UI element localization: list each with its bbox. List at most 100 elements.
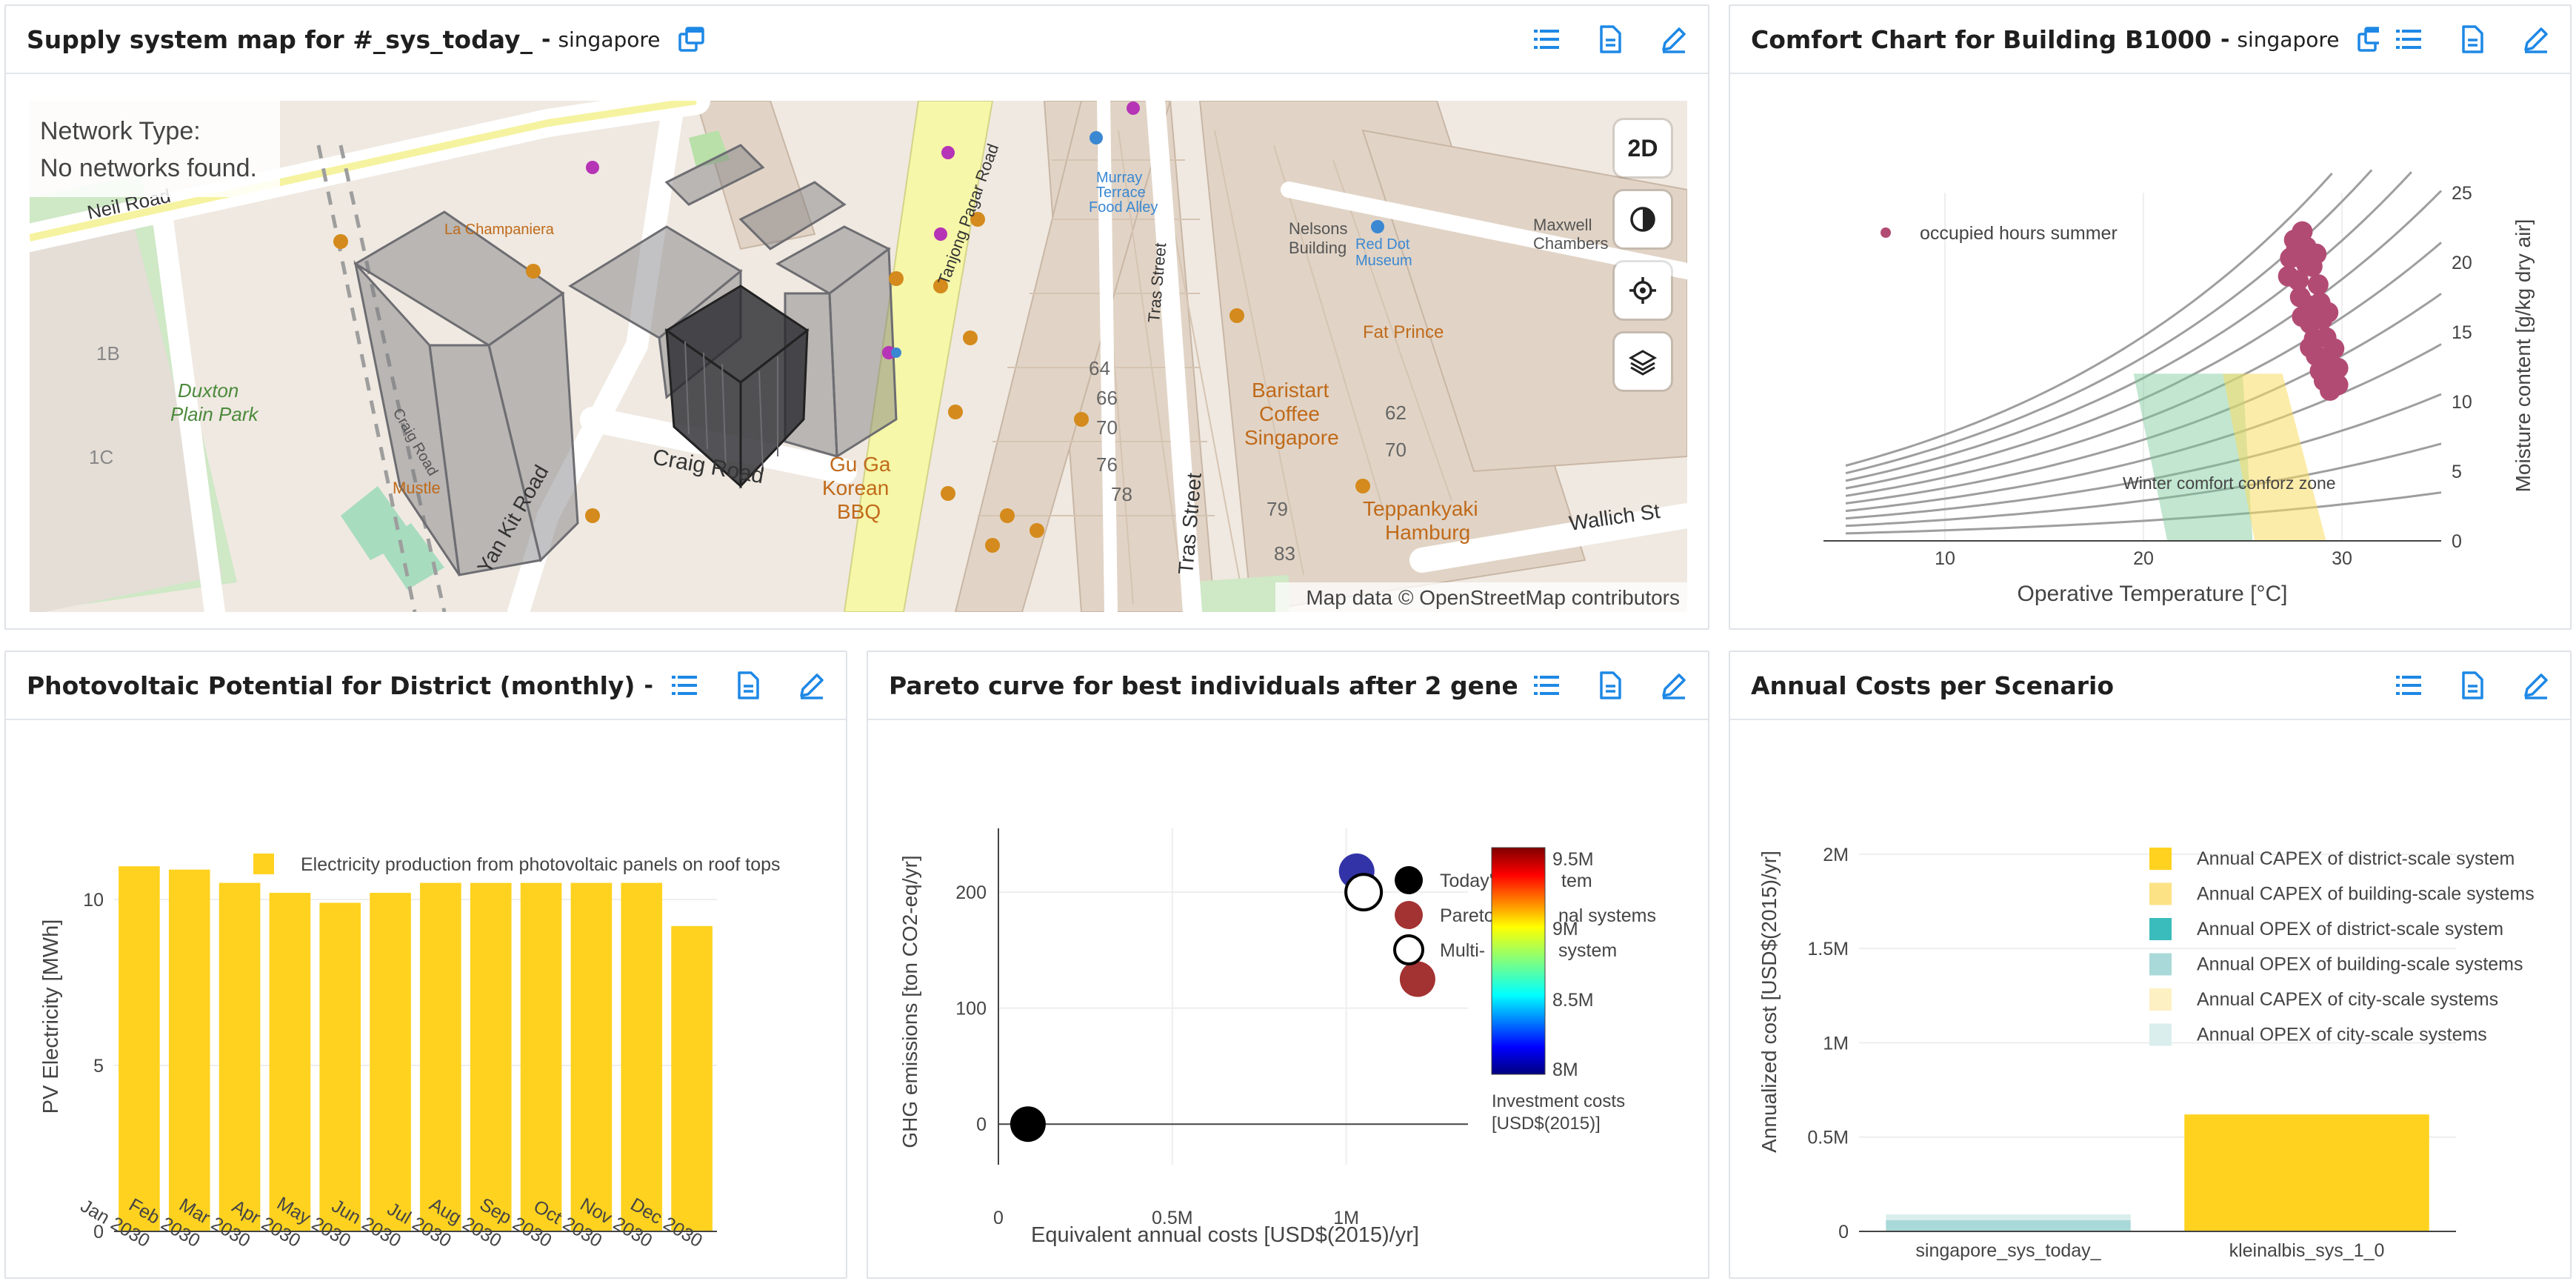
edit-icon[interactable] [797, 671, 827, 700]
bar [520, 882, 562, 1231]
svg-text:Duxton: Duxton [178, 379, 238, 402]
svg-text:Fat Prince: Fat Prince [1363, 322, 1444, 342]
x-tick-label: 0 [993, 1208, 1004, 1228]
list-icon[interactable] [1532, 671, 1561, 700]
svg-text:Hamburg: Hamburg [1385, 521, 1470, 544]
bar [470, 882, 512, 1231]
document-icon[interactable] [733, 671, 763, 700]
edit-icon[interactable] [2521, 671, 2551, 700]
y-tick-label: 0 [1838, 1222, 1849, 1243]
network-type-label: Network Type: [40, 117, 201, 145]
panel-toolbar [1517, 652, 1708, 719]
document-icon[interactable] [2457, 671, 2487, 700]
pv-bar-chart[interactable]: 0510Jan 2030Feb 2030Mar 2030Apr 2030May … [6, 720, 846, 1277]
legend-marker [2149, 988, 2172, 1011]
y-tick-label: 10 [2452, 392, 2472, 413]
panel-toolbar [2379, 652, 2570, 719]
legend-marker [2149, 1023, 2172, 1046]
panel-toolbar [655, 652, 846, 719]
list-icon[interactable] [1532, 24, 1561, 54]
scenario-name: singapore [558, 27, 661, 52]
legend-label-pareto: Pareto [1440, 905, 1495, 926]
legend-marker-pv [253, 854, 274, 874]
layers-button[interactable] [1615, 333, 1671, 390]
legend-marker [2149, 882, 2172, 905]
panel-title: Annual Costs per Scenario [1751, 671, 2115, 700]
y-tick-label: 100 [955, 999, 987, 1019]
svg-text:Red Dot: Red Dot [1355, 236, 1410, 253]
y-tick-label: 2M [1823, 845, 1849, 865]
svg-text:Teppankyaki: Teppankyaki [1363, 497, 1478, 520]
legend-label: Annual OPEX of district-scale system [2197, 919, 2503, 939]
svg-text:Chambers: Chambers [1533, 234, 1608, 253]
legend-marker [2149, 918, 2172, 940]
edit-icon[interactable] [2521, 24, 2551, 54]
y-axis-title: GHG emissions [ton CO2-eq/yr] [898, 855, 921, 1148]
pareto-point-multi [1344, 873, 1384, 912]
svg-text:Korean: Korean [822, 476, 889, 499]
svg-text:1C: 1C [89, 446, 113, 468]
svg-text:Maxwell: Maxwell [1533, 216, 1592, 234]
svg-text:9.5M: 9.5M [1552, 849, 1594, 870]
pareto-scatter-chart[interactable]: 0 0.5M 1M0100200 Today's s tem Pareto nal … [868, 720, 1708, 1277]
legend-label-multi-tail: system [1558, 940, 1617, 961]
annual-costs-bar-chart[interactable]: 0 0.5M 1M 1.5M 2M singapore_sys_today_ kleinal… [1730, 720, 2570, 1277]
document-icon[interactable] [1595, 24, 1625, 54]
locate-button[interactable] [1615, 262, 1671, 319]
y-tick-label: 200 [955, 882, 987, 903]
colorbar-title: Investment costs [1492, 1091, 1625, 1111]
theme-toggle-button[interactable] [1615, 191, 1671, 247]
legend-marker [2149, 953, 2172, 976]
legend-label: Annual OPEX of building-scale systems [2197, 954, 2523, 975]
data-point [2318, 302, 2339, 323]
panel-toolbar [2379, 6, 2570, 73]
svg-text:83: 83 [1274, 542, 1295, 565]
bar [570, 882, 613, 1231]
pareto-point-today [1010, 1106, 1046, 1142]
list-icon[interactable] [670, 671, 699, 700]
legend-marker-occupied-hours [1881, 227, 1891, 238]
list-icon[interactable] [2394, 671, 2423, 700]
edit-icon[interactable] [1659, 671, 1689, 700]
bar [269, 893, 311, 1231]
data-point [2307, 274, 2329, 296]
panel-toolbar [1517, 6, 1708, 73]
pareto-curve-panel: Pareto curve for best individuals after … [867, 651, 1709, 1279]
list-icon[interactable] [2394, 24, 2423, 54]
y-tick-label: 20 [2452, 253, 2472, 273]
edit-icon[interactable] [1659, 24, 1689, 54]
data-point [2292, 306, 2313, 327]
x-axis-title: Operative Temperature [°C] [2018, 582, 2288, 606]
stacked-bar-segment [2184, 1114, 2429, 1231]
map-view[interactable]: Neil Road Duxton Plain Park 1B1C Craig R… [30, 101, 1687, 612]
data-point [2286, 239, 2307, 261]
map-attribution: Map data © OpenStreetMap contributors [1306, 586, 1680, 609]
svg-text:Singapore: Singapore [1244, 426, 1339, 449]
bar [168, 869, 210, 1231]
crosshair-icon [1629, 277, 1656, 304]
y-tick-label: 1.5M [1807, 939, 1849, 959]
svg-text:76: 76 [1096, 453, 1118, 476]
map-2d-toggle-button[interactable]: 2D [1615, 120, 1671, 176]
panel-header: Supply system map for #_sys_today_ - sin… [6, 6, 1708, 74]
data-point [2300, 336, 2321, 358]
comfort-chart[interactable]: 10 20 30 0 5 10 15 20 25 occupied hours summer W… [1730, 74, 2570, 628]
pv-potential-panel: Photovoltaic Potential for District (mon… [4, 651, 847, 1279]
panel-title: Comfort Chart for Building B1000 [1751, 24, 2212, 54]
stacked-bar-segment [1886, 1214, 2131, 1220]
document-icon[interactable] [2457, 24, 2487, 54]
legend-label-multi: Multi- [1440, 940, 1485, 961]
svg-text:62: 62 [1385, 402, 1407, 424]
svg-text:Museum: Museum [1355, 253, 1412, 269]
bar [370, 893, 411, 1231]
x-tick-label: 20 [2133, 548, 2154, 569]
supply-system-map-panel: Supply system map for #_sys_today_ - sin… [4, 4, 1709, 630]
legend-label: Annual CAPEX of building-scale systems [2197, 884, 2535, 905]
legend-label-occupied-hours: occupied hours summer [1920, 223, 2118, 244]
panel-title: Supply system map for #_sys_today_ [27, 24, 533, 54]
y-axis-title: Annualized cost [USD$(2015)/yr] [1758, 851, 1781, 1153]
bar [218, 882, 261, 1231]
open-window-icon[interactable] [677, 24, 707, 54]
svg-text:70: 70 [1096, 416, 1118, 439]
document-icon[interactable] [1595, 671, 1625, 700]
